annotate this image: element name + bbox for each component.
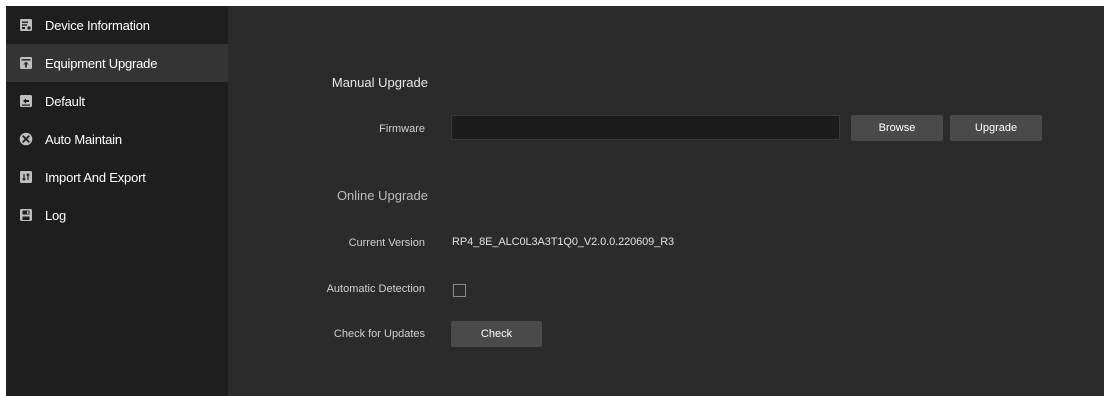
app-window: Device Information Equipment Upgrade Def… — [6, 6, 1104, 396]
sidebar: Device Information Equipment Upgrade Def… — [6, 6, 228, 396]
sidebar-item-import-export[interactable]: Import And Export — [6, 158, 228, 196]
import-export-icon — [19, 170, 33, 184]
automatic-detection-checkbox[interactable] — [453, 284, 466, 297]
sidebar-item-label: Import And Export — [45, 169, 146, 185]
sidebar-item-device-information[interactable]: Device Information — [6, 6, 228, 44]
main-content: Manual Upgrade Firmware Browse Upgrade O… — [228, 6, 1104, 396]
manual-upgrade-title: Manual Upgrade — [331, 75, 428, 90]
check-for-updates-label: Check for Updates — [333, 328, 425, 340]
current-version-value: RP4_8E_ALC0L3A3T1Q0_V2.0.0.220609_R3 — [452, 236, 675, 248]
firmware-path-input[interactable] — [451, 115, 840, 140]
sidebar-item-label: Device Information — [45, 17, 150, 33]
sidebar-item-auto-maintain[interactable]: Auto Maintain — [6, 120, 228, 158]
log-icon — [19, 208, 33, 222]
maintain-icon — [19, 132, 33, 146]
device-info-icon — [19, 18, 33, 32]
online-upgrade-title: Online Upgrade — [336, 188, 428, 203]
browse-button[interactable]: Browse — [851, 115, 943, 141]
upgrade-button[interactable]: Upgrade — [950, 115, 1042, 141]
check-button[interactable]: Check — [451, 321, 542, 347]
default-icon — [19, 94, 33, 108]
current-version-label: Current Version — [348, 237, 425, 249]
firmware-label: Firmware — [379, 123, 425, 135]
sidebar-item-default[interactable]: Default — [6, 82, 228, 120]
sidebar-item-label: Default — [45, 93, 85, 109]
sidebar-item-label: Log — [45, 207, 67, 223]
automatic-detection-label: Automatic Detection — [326, 283, 425, 295]
sidebar-item-equipment-upgrade[interactable]: Equipment Upgrade — [6, 44, 228, 82]
sidebar-item-log[interactable]: Log — [6, 196, 228, 234]
sidebar-item-label: Equipment Upgrade — [45, 55, 158, 71]
sidebar-item-label: Auto Maintain — [45, 131, 122, 147]
upgrade-icon — [19, 56, 33, 70]
